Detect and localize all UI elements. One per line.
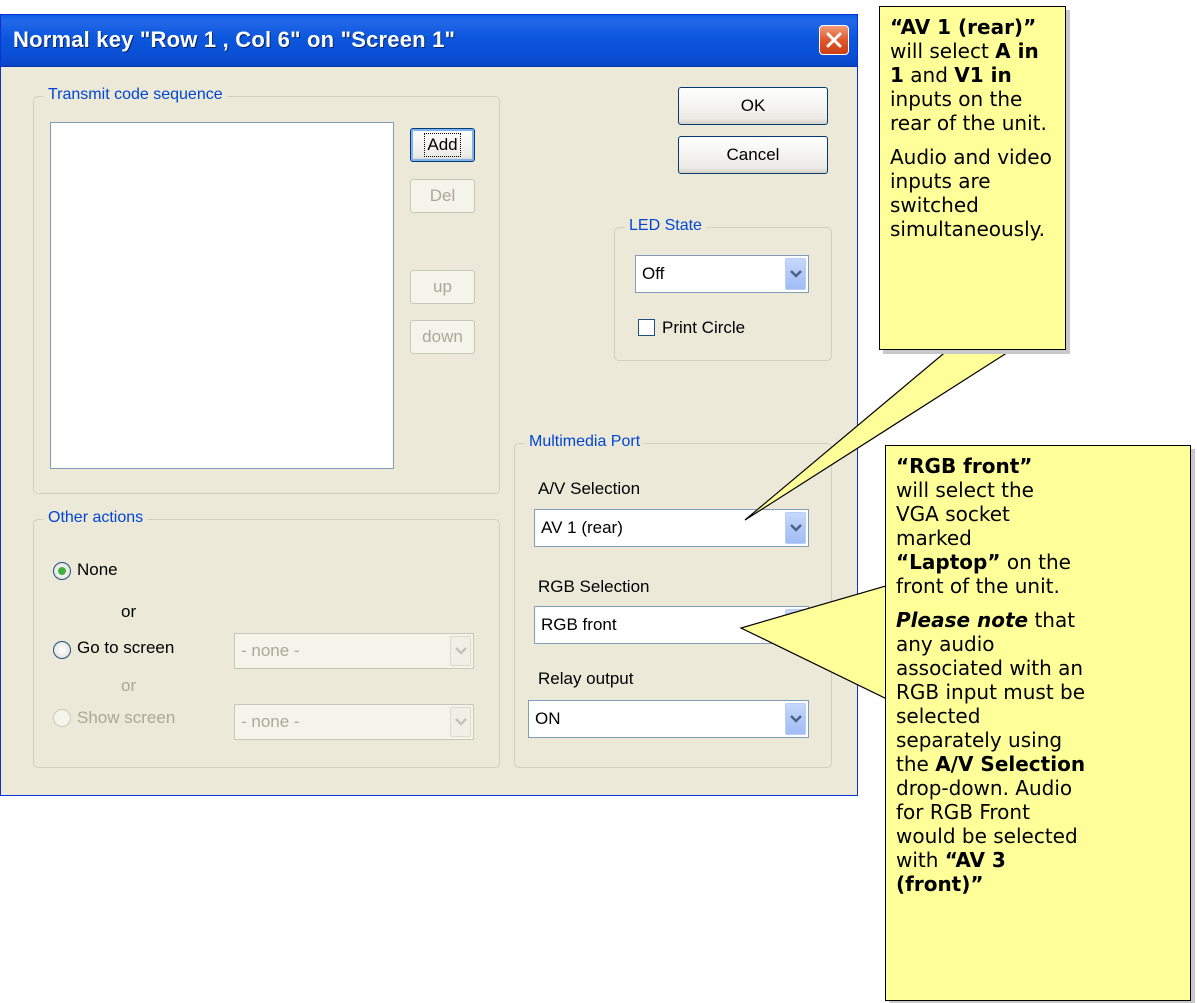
rgb-callout-note: Please note that any audio associated wi… [896,608,1086,896]
rgb-callout: “RGB front” will select the VGA socket m… [885,445,1191,1001]
av-callout-note: Audio and video inputs are switched simu… [890,145,1052,241]
av-callout: “AV 1 (rear)” will select A in 1 and V1 … [879,6,1066,350]
rgb-callout-text: “RGB front” will select the VGA socket m… [896,454,1071,598]
av-callout-text: “AV 1 (rear)” will select A in 1 and V1 … [890,15,1047,135]
